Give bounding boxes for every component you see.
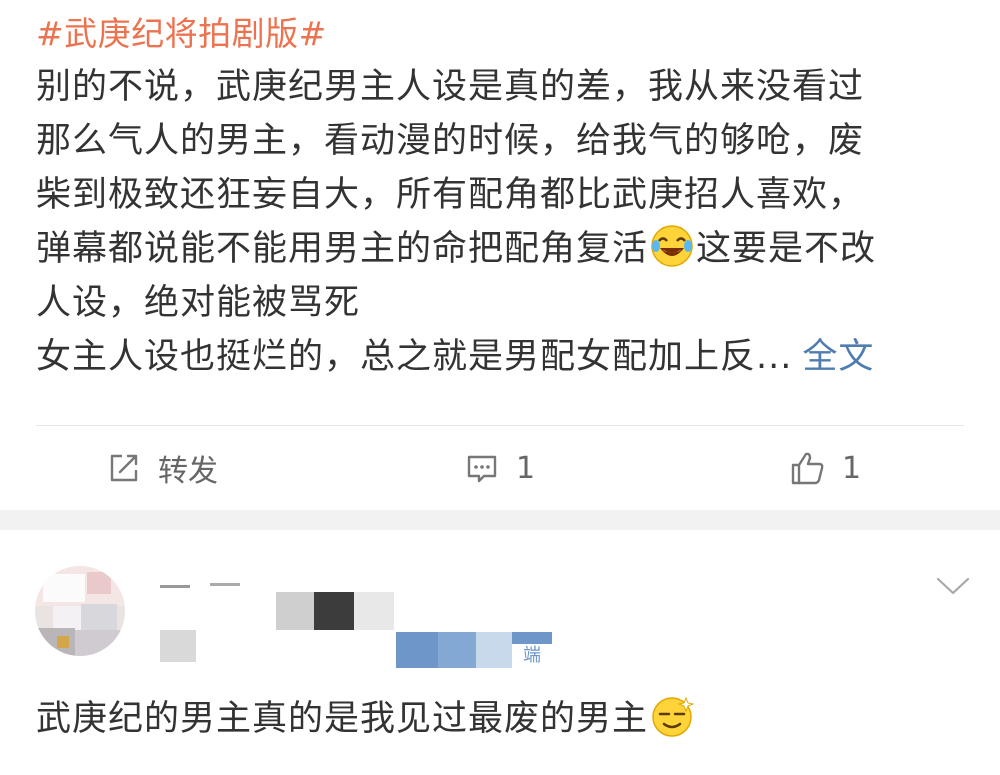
topic-hashtag[interactable]: #武庚纪将拍剧版# bbox=[36, 10, 327, 58]
repost-label: 转发 bbox=[158, 454, 218, 489]
post-line-part: 这要是不改 bbox=[696, 229, 877, 269]
avatar[interactable] bbox=[35, 566, 125, 656]
laughing-tears-emoji-icon bbox=[650, 224, 694, 268]
like-button[interactable]: 1 bbox=[788, 440, 861, 496]
badge-text: 端 bbox=[512, 644, 552, 668]
post-line: 人设，绝对能被骂死 bbox=[36, 283, 361, 323]
post-line: 那么气人的男主，看动漫的时候，给我气的够呛，废 bbox=[36, 121, 865, 161]
post-body: 别的不说，武庚纪男主人设是真的差，我从来没看过 那么气人的男主，看动漫的时候，给… bbox=[36, 60, 966, 384]
post-line-part: 弹幕都说能不能用男主的命把配角复活 bbox=[36, 229, 649, 269]
section-separator bbox=[0, 510, 1000, 530]
comment-icon bbox=[464, 450, 500, 486]
post-line: 柴到极致还狂妄自大，所有配角都比武庚招人喜欢， bbox=[36, 175, 865, 215]
comment-text: 武庚纪的男主真的是我见过最废的男主 bbox=[36, 692, 696, 746]
like-count: 1 bbox=[842, 450, 862, 486]
full-text-link[interactable]: 全文 bbox=[802, 337, 874, 377]
post-line: 别的不说，武庚纪男主人设是真的差，我从来没看过 bbox=[36, 67, 865, 107]
weibo-post: #武庚纪将拍剧版# 别的不说，武庚纪男主人设是真的差，我从来没看过 那么气人的男… bbox=[0, 0, 1000, 510]
comment-text-content: 武庚纪的男主真的是我见过最废的男主 bbox=[36, 699, 649, 739]
comment-item: 端 武庚纪的男主真的是我见过最废的男主 bbox=[0, 530, 1000, 775]
post-line-part: 女主人设也挺烂的，总之就是男配女配加上反... bbox=[36, 337, 793, 377]
divider bbox=[36, 425, 964, 426]
post-line-with-emoji: 弹幕都说能不能用男主的命把配角复活 这要是不改 bbox=[36, 222, 966, 276]
repost-button[interactable]: 转发 bbox=[106, 440, 218, 496]
sweat-smile-emoji-icon bbox=[650, 694, 695, 738]
post-line-last: 女主人设也挺烂的，总之就是男配女配加上反... 全文 bbox=[36, 330, 966, 384]
chevron-down-icon[interactable] bbox=[936, 576, 970, 600]
repost-icon bbox=[106, 450, 142, 486]
action-bar: 转发 1 1 bbox=[0, 440, 1000, 496]
comment-button[interactable]: 1 bbox=[464, 440, 535, 496]
comment-count: 1 bbox=[516, 450, 536, 486]
thumbs-up-icon bbox=[788, 449, 826, 487]
